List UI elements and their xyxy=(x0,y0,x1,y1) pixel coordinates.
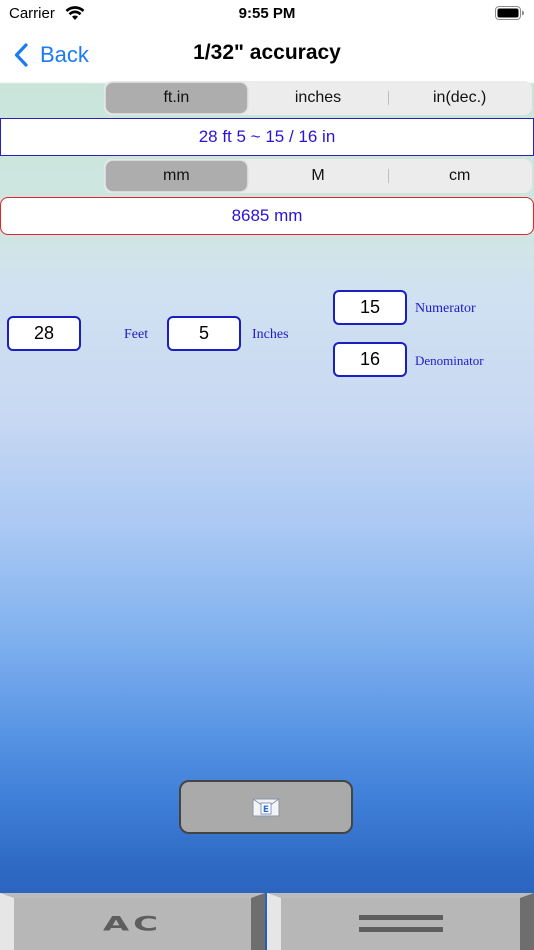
button-bevel-left xyxy=(0,893,14,950)
equals-face xyxy=(281,898,520,950)
equals-button[interactable] xyxy=(267,893,534,950)
denominator-label: Denominator xyxy=(415,353,484,368)
denominator-input[interactable]: 16 xyxy=(333,342,407,377)
svg-text:E: E xyxy=(263,805,269,815)
status-time: 9:55 PM xyxy=(238,5,296,22)
inches-label: Inches xyxy=(252,327,289,342)
clear-all-label: AC xyxy=(102,912,163,936)
imperial-unit-selector: ft.in inches in(dec.) xyxy=(104,81,532,115)
equals-icon xyxy=(358,915,443,932)
segment-mm[interactable]: mm xyxy=(106,161,247,191)
segment-ft-in[interactable]: ft.in xyxy=(106,83,247,113)
clear-all-button[interactable]: AC xyxy=(0,893,265,950)
email-button[interactable]: E xyxy=(179,780,353,834)
feet-label: Feet xyxy=(124,327,149,342)
metric-result-display: 8685 mm xyxy=(0,197,534,235)
navigation-bar: Back 1/32" accuracy xyxy=(0,28,534,82)
battery-icon xyxy=(495,6,524,20)
button-bevel-left xyxy=(267,893,281,950)
button-bevel-right xyxy=(251,893,265,950)
inches-input[interactable]: 5 xyxy=(167,316,241,351)
segment-cm[interactable]: cm xyxy=(389,161,530,191)
page-title: 1/32" accuracy xyxy=(193,41,341,64)
clear-all-face: AC xyxy=(14,898,251,950)
segment-m[interactable]: M xyxy=(248,161,389,191)
imperial-result-display: 28 ft 5 ~ 15 / 16 in xyxy=(0,118,534,156)
segment-inches[interactable]: inches xyxy=(248,83,389,113)
button-bevel-right xyxy=(520,893,534,950)
numerator-label: Numerator xyxy=(415,301,476,316)
email-icon: E xyxy=(252,798,280,817)
status-bar: Carrier 9:55 PM xyxy=(0,0,534,28)
segment-in-dec[interactable]: in(dec.) xyxy=(389,83,530,113)
metric-unit-selector: mm M cm xyxy=(104,159,532,193)
feet-input[interactable]: 28 xyxy=(7,316,81,351)
numerator-input[interactable]: 15 xyxy=(333,290,407,325)
